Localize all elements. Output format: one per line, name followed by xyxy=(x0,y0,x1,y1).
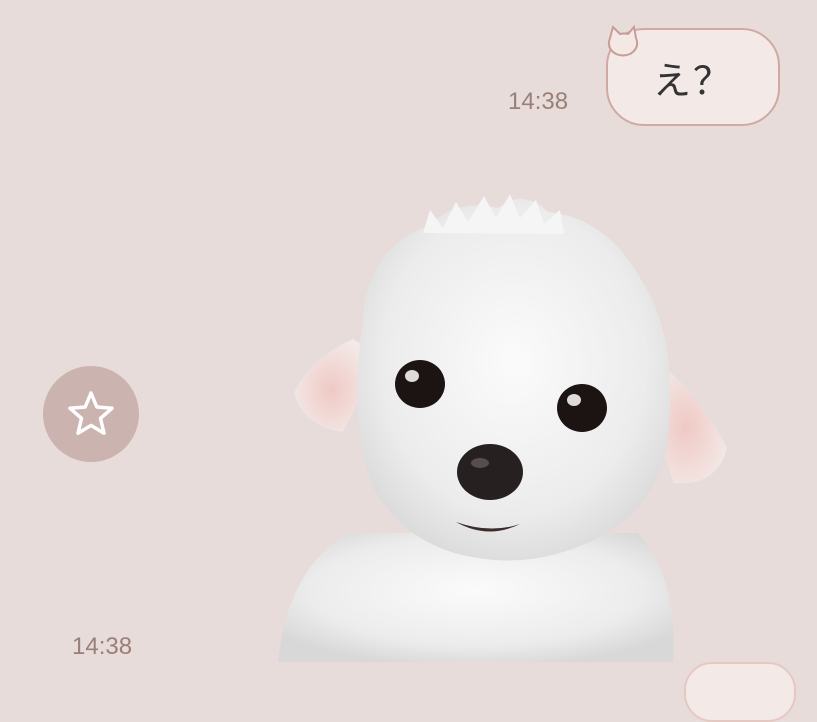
cat-icon xyxy=(607,24,639,57)
sticker-timestamp: 14:38 xyxy=(72,633,133,660)
message-bubble-partial[interactable] xyxy=(684,662,796,722)
message-bubble[interactable]: え？ xyxy=(606,24,780,126)
dog-sticker[interactable] xyxy=(258,188,738,662)
favorite-button[interactable] xyxy=(43,366,139,462)
star-icon xyxy=(68,391,114,435)
message-timestamp: 14:38 xyxy=(508,88,569,115)
message-text: え？ xyxy=(652,58,733,103)
